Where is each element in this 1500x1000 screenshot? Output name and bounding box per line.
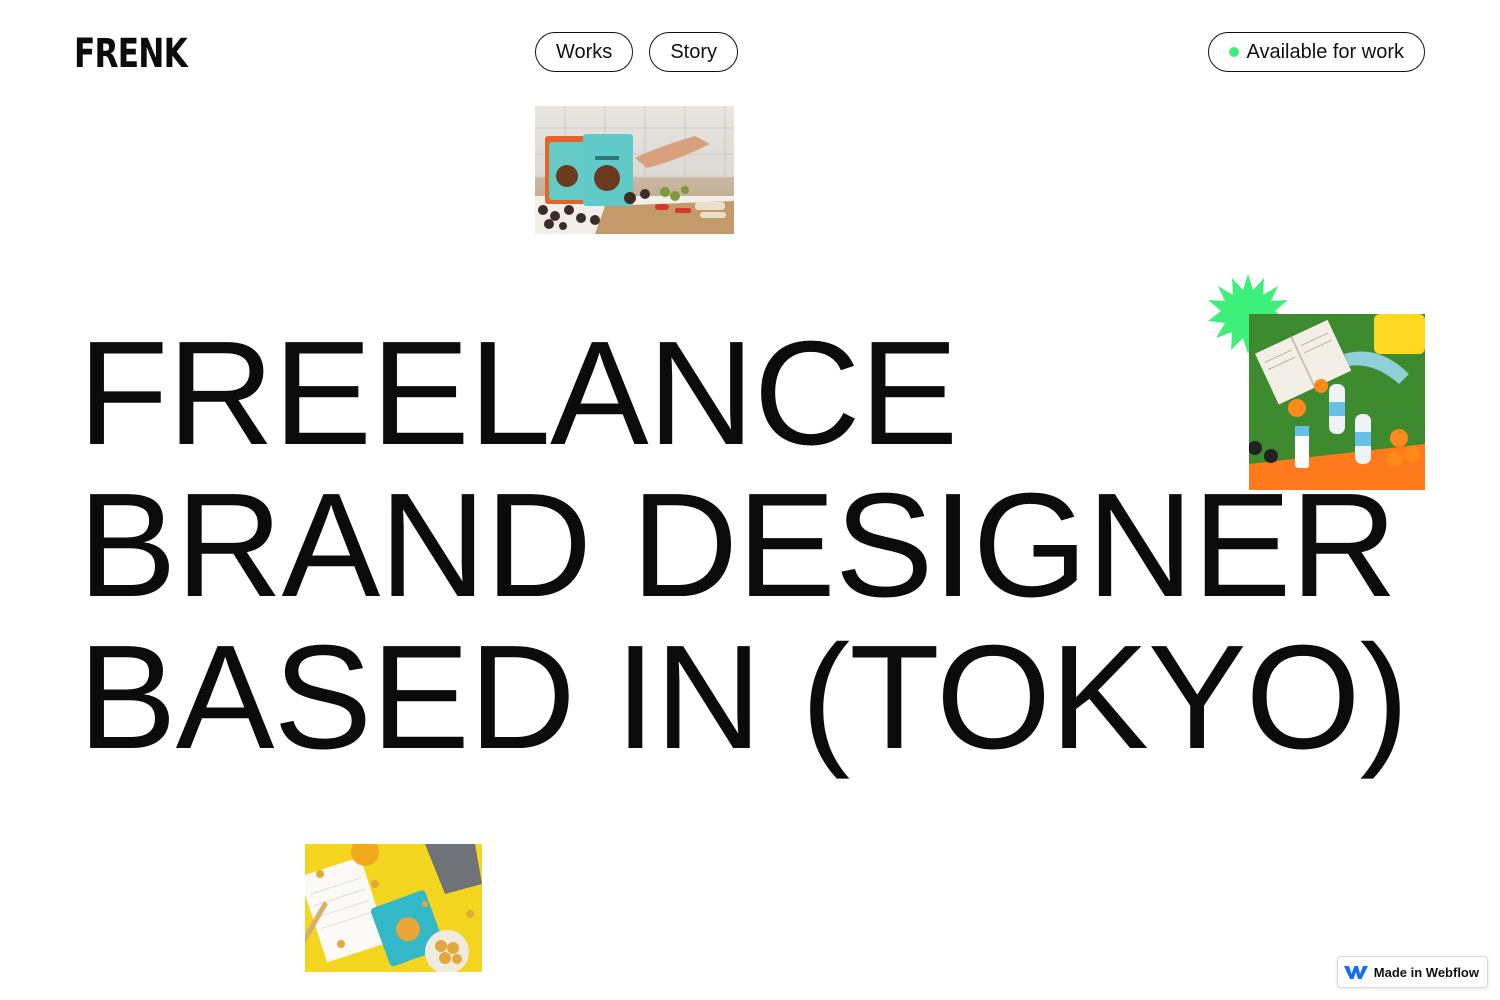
headline-line: BRAND DESIGNER	[78, 463, 1397, 628]
main-nav: Works Story	[535, 32, 738, 72]
badge-label: Made in Webflow	[1373, 964, 1479, 980]
made-in-webflow-badge[interactable]: Made in Webflow	[1336, 956, 1488, 988]
popcorn-product-photo[interactable]	[305, 844, 482, 972]
availability-label: Available for work	[1246, 40, 1404, 63]
hero-headline: FREELANCE BRAND DESIGNER BASED IN (TOKYO…	[78, 311, 1409, 780]
snack-product-photo[interactable]	[535, 106, 734, 234]
availability-button[interactable]: Available for work	[1207, 32, 1425, 72]
page: FRENK Works Story Available for work FRE…	[0, 0, 1500, 1000]
nav-story-link[interactable]: Story	[649, 32, 738, 72]
headline-line: FREELANCE	[78, 311, 958, 476]
green-dot-icon	[1228, 47, 1239, 57]
popcorn-photo-art	[305, 844, 482, 972]
nav-works-link[interactable]: Works	[535, 32, 634, 72]
headline-line: BASED IN (TOKYO)	[78, 615, 1409, 780]
webflow-logo-icon	[1343, 966, 1368, 979]
site-logo[interactable]: FRENK	[74, 32, 188, 76]
snack-photo-art	[535, 106, 734, 234]
